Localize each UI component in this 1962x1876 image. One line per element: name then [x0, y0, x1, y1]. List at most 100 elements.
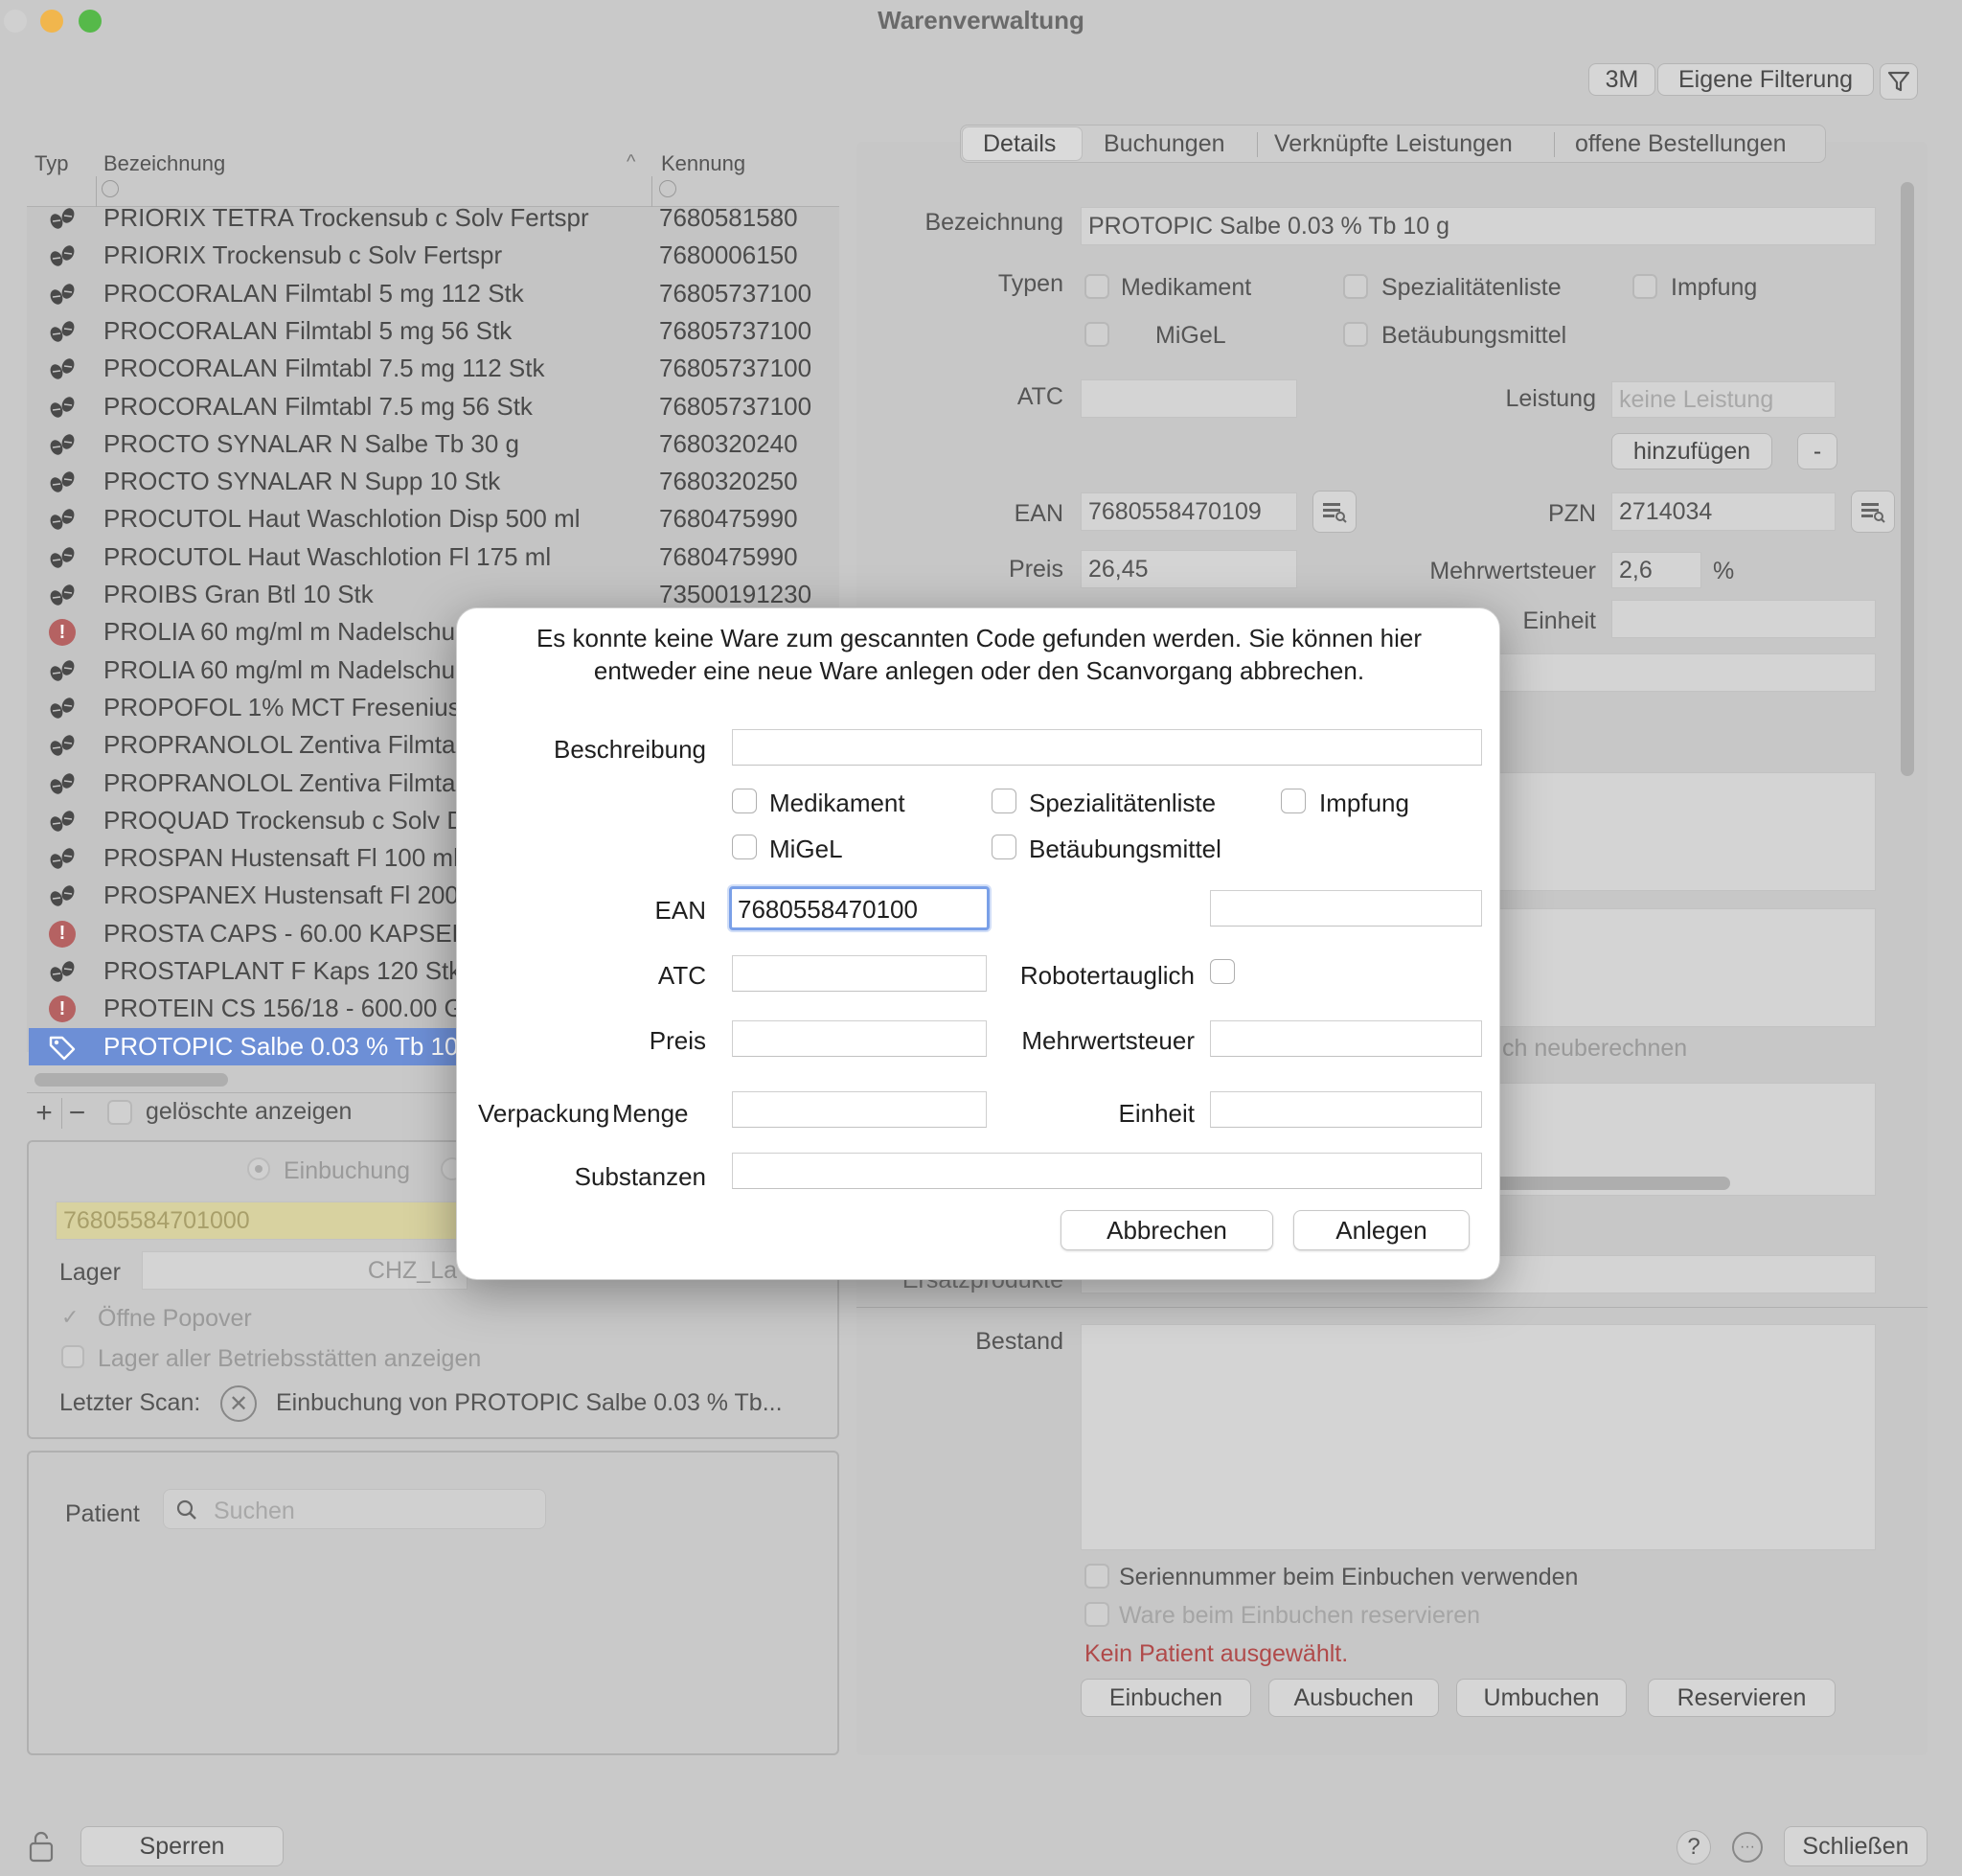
list-item-name: PROIBS Gran Btl 10 Stk: [103, 580, 374, 608]
ean-field[interactable]: 7680558470109: [1081, 492, 1297, 531]
dialog-einheit-input[interactable]: [1210, 1091, 1482, 1128]
einbuchen-button[interactable]: Einbuchen: [1081, 1679, 1251, 1717]
reservieren-button[interactable]: Reservieren: [1648, 1679, 1836, 1717]
tab-details[interactable]: Details: [983, 130, 1056, 158]
column-kennung[interactable]: Kennung: [661, 151, 745, 176]
atc-label: ATC: [1016, 383, 1063, 410]
preis-field[interactable]: 26,45: [1081, 550, 1297, 588]
list-item-code: 7680320250: [659, 467, 798, 496]
dialog-mwst-input[interactable]: [1210, 1020, 1482, 1057]
dialog-ean-input[interactable]: 7680558470100: [729, 886, 990, 930]
details-vertical-scrollbar[interactable]: [1901, 182, 1914, 776]
clear-scan-icon[interactable]: ✕: [220, 1385, 257, 1422]
list-item[interactable]: PROCTO SYNALAR N Supp 10 Stk 7680320250: [29, 463, 810, 500]
einbuchung-radio[interactable]: [247, 1157, 270, 1180]
einheit-field[interactable]: [1611, 600, 1876, 638]
typ-betaeubungsmittel-checkbox[interactable]: [1343, 322, 1368, 347]
ausbuchen-button[interactable]: Ausbuchen: [1268, 1679, 1439, 1717]
typen-label: Typen: [997, 270, 1063, 297]
add-item-button[interactable]: +: [29, 1097, 59, 1129]
show-deleted-checkbox[interactable]: [107, 1100, 132, 1125]
filter-kennung-icon[interactable]: [659, 180, 676, 197]
typ-medikament-checkbox[interactable]: [1084, 274, 1109, 299]
tab-verknuepfte-leistungen[interactable]: Verknüpfte Leistungen: [1274, 130, 1513, 158]
dialog-pzn-input[interactable]: [1210, 890, 1482, 927]
typ-impfung-checkbox[interactable]: [1632, 274, 1657, 299]
list-item[interactable]: PROCUTOL Haut Waschlotion Disp 500 ml 768…: [29, 500, 810, 538]
list-item-code: 76805737100: [659, 315, 812, 345]
all-locations-label: Lager aller Betriebsstätten anzeigen: [98, 1345, 482, 1372]
reserve-checkbox[interactable]: [1084, 1602, 1109, 1627]
tab-buchungen[interactable]: Buchungen: [1104, 130, 1225, 158]
dialog-menge-input[interactable]: [732, 1091, 987, 1128]
bestand-label: Bestand: [975, 1328, 1063, 1355]
all-locations-checkbox[interactable]: [61, 1345, 84, 1368]
pzn-label: PZN: [1548, 500, 1596, 527]
list-item[interactable]: PROCTO SYNALAR N Salbe Tb 30 g 7680320240: [29, 425, 810, 463]
list-item[interactable]: PROCORALAN Filmtabl 7.5 mg 112 Stk 768057…: [29, 350, 811, 387]
no-patient-warning: Kein Patient ausgewählt.: [1084, 1640, 1349, 1667]
bezeichnung-field[interactable]: PROTOPIC Salbe 0.03 % Tb 10 g: [1081, 207, 1876, 245]
leistung-field[interactable]: keine Leistung: [1611, 381, 1836, 418]
ean-barcode-button[interactable]: [1312, 491, 1357, 533]
remove-item-button[interactable]: −: [61, 1097, 92, 1129]
list-item[interactable]: PROCORALAN Filmtabl 5 mg 56 Stk 768057371…: [29, 312, 812, 350]
dialog-impfung-checkbox[interactable]: [1281, 789, 1306, 813]
dialog-migel-checkbox[interactable]: [732, 835, 757, 859]
umbuchen-button[interactable]: Umbuchen: [1456, 1679, 1627, 1717]
pills-icon: [48, 544, 77, 571]
dialog-cancel-button[interactable]: Abbrechen: [1061, 1210, 1273, 1250]
remove-leistung-button[interactable]: -: [1797, 433, 1837, 469]
dialog-robot-checkbox[interactable]: [1210, 959, 1235, 984]
list-item-name: PROPRANOLOL Zentiva Filmtab: [103, 767, 469, 797]
patient-search-input[interactable]: Suchen: [163, 1489, 546, 1529]
dialog-spezialitaetenliste-checkbox[interactable]: [992, 789, 1016, 813]
mwst-field[interactable]: 2,6: [1611, 552, 1701, 588]
dialog-substanzen-label: Substanzen: [574, 1162, 706, 1191]
column-bezeichnung[interactable]: Bezeichnung: [103, 151, 225, 176]
list-item[interactable]: PROCORALAN Filmtabl 7.5 mg 56 Stk 7680573…: [29, 388, 811, 425]
help-button[interactable]: ?: [1677, 1830, 1711, 1865]
list-item-name: PROPOFOL 1% MCT Fresenius: [103, 692, 461, 721]
dialog-medikament-checkbox[interactable]: [732, 789, 757, 813]
filter-funnel-button[interactable]: [1880, 63, 1918, 100]
dialog-beschreibung-input[interactable]: [732, 729, 1482, 766]
list-item[interactable]: PRIORIX Trockensub c Solv Fertspr 7680006…: [29, 237, 810, 274]
list-item-code: 7680475990: [659, 504, 798, 534]
list-item[interactable]: PROCUTOL Haut Waschlotion Fl 175 ml 76804…: [29, 538, 810, 576]
close-button[interactable]: Schließen: [1784, 1826, 1928, 1866]
list-item[interactable]: PRIORIX TETRA Trockensub c Solv Fertspr 7…: [29, 199, 810, 237]
scan-code-field[interactable]: 76805584701000: [56, 1201, 458, 1240]
typ-spezialitaetenliste-checkbox[interactable]: [1343, 274, 1368, 299]
list-horizontal-scrollbar[interactable]: [34, 1073, 228, 1087]
lock-button[interactable]: Sperren: [80, 1826, 284, 1866]
serial-checkbox[interactable]: [1084, 1564, 1109, 1589]
dialog-atc-input[interactable]: [732, 955, 987, 992]
dialog-create-button[interactable]: Anlegen: [1293, 1210, 1470, 1250]
dialog-substanzen-input[interactable]: [732, 1153, 1482, 1189]
list-item-code: 7680475990: [659, 541, 798, 571]
add-leistung-button[interactable]: hinzufügen: [1611, 433, 1772, 469]
pzn-barcode-button[interactable]: [1851, 491, 1895, 533]
list-item-name: PROSPANEX Hustensaft Fl 200: [103, 881, 459, 910]
tab-offene-bestellungen[interactable]: offene Bestellungen: [1575, 130, 1787, 158]
lock-icon[interactable]: [27, 1830, 56, 1863]
lager-select[interactable]: CHZ_La: [142, 1251, 468, 1290]
filter-3m-button[interactable]: 3M: [1588, 63, 1655, 96]
patient-label: Patient: [65, 1500, 140, 1527]
typ-migel-checkbox[interactable]: [1084, 322, 1109, 347]
filter-bezeichnung-icon[interactable]: [102, 180, 119, 197]
pills-icon: [48, 732, 77, 759]
column-typ[interactable]: Typ: [34, 151, 68, 176]
serial-label: Seriennummer beim Einbuchen verwenden: [1119, 1564, 1579, 1590]
more-options-icon[interactable]: ···: [1732, 1832, 1763, 1863]
dialog-betaeubungsmittel-checkbox[interactable]: [992, 835, 1016, 859]
pzn-field[interactable]: 2714034: [1611, 492, 1836, 531]
dialog-atc-label: ATC: [657, 961, 706, 990]
atc-field[interactable]: [1081, 379, 1297, 418]
pills-icon: [48, 845, 77, 872]
dialog-preis-input[interactable]: [732, 1020, 987, 1057]
custom-filter-button[interactable]: Eigene Filterung: [1657, 63, 1874, 96]
list-item-name: PRIORIX TETRA Trockensub c Solv Fertspr: [103, 203, 589, 232]
list-item[interactable]: PROCORALAN Filmtabl 5 mg 112 Stk 76805737…: [29, 275, 811, 312]
